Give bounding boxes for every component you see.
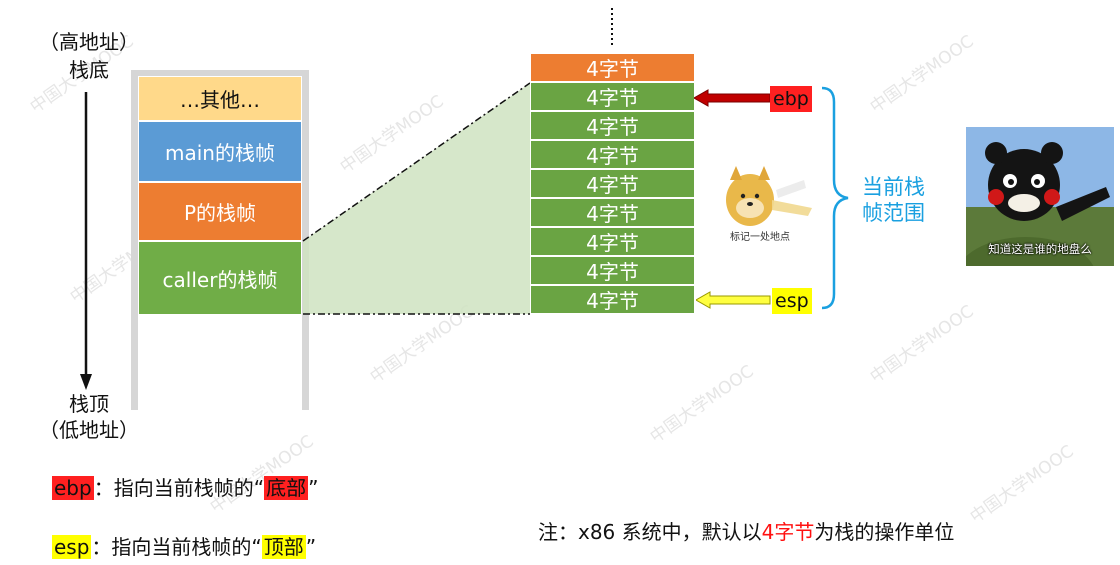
ebp-legend: ebp ：指向当前栈帧的“ 底部” xyxy=(52,472,318,501)
esp-legend-key: esp xyxy=(52,535,92,559)
stack-cell: 4字节 xyxy=(530,256,695,285)
note-text: 注：x86 系统中，默认以4字节为栈的操作单位 xyxy=(538,516,954,545)
meme-image: 知道这是谁的地盘么 xyxy=(966,127,1114,266)
note-prefix: 注：x86 系统中，默认以 xyxy=(538,520,762,544)
stack-cell-label: 4字节 xyxy=(586,260,639,284)
ebp-tag: ebp xyxy=(770,86,812,112)
doge-image-icon xyxy=(726,166,812,226)
stack-cell: 4字节 xyxy=(530,140,695,169)
stack-cell-label: 4字节 xyxy=(586,115,639,139)
meme-caption: 知道这是谁的地盘么 xyxy=(988,242,1092,256)
stack-cell-label: 4字节 xyxy=(586,202,639,226)
stack-cell: 4字节 xyxy=(530,169,695,198)
stack-cell-label: 4字节 xyxy=(586,173,639,197)
doge-caption: 标记一处地点 xyxy=(730,232,790,243)
esp-legend-text: ：指向当前栈帧的“ xyxy=(91,535,262,559)
doge-sticker: 标记一处地点 xyxy=(712,160,822,244)
range-brace-icon xyxy=(821,86,849,310)
stack-cell: 4字节 xyxy=(530,198,695,227)
ebp-legend-close: ” xyxy=(308,476,319,500)
note-suffix: 为栈的操作单位 xyxy=(814,520,955,544)
stack-cell-label: 4字节 xyxy=(586,289,639,313)
esp-arrow-icon xyxy=(696,291,771,309)
ebp-legend-key: ebp xyxy=(52,476,94,500)
stack-cell-label: 4字节 xyxy=(586,231,639,255)
ebp-legend-highlight: 底部 xyxy=(264,476,309,500)
stack-cell: 4字节 xyxy=(530,285,695,314)
stack-cell: 4字节 xyxy=(530,111,695,140)
stack-cell: 4字节 xyxy=(530,53,695,82)
stack-cell-label: 4字节 xyxy=(586,86,639,110)
frame-range-label: 当前栈 帧范围 xyxy=(862,175,925,225)
note-highlight: 4字节 xyxy=(761,520,815,544)
stack-cell: 4字节 xyxy=(530,82,695,111)
stack-cell-label: 4字节 xyxy=(586,57,639,81)
stack-cell: 4字节 xyxy=(530,227,695,256)
esp-legend: esp ：指向当前栈帧的“ 顶部” xyxy=(52,531,316,560)
esp-tag: esp xyxy=(772,288,812,314)
stack-cell-label: 4字节 xyxy=(586,144,639,168)
esp-legend-close: ” xyxy=(305,535,317,559)
esp-legend-highlight: 顶部 xyxy=(261,535,306,559)
ebp-legend-text: ：指向当前栈帧的“ xyxy=(93,476,265,500)
ebp-arrow-icon xyxy=(694,89,771,107)
